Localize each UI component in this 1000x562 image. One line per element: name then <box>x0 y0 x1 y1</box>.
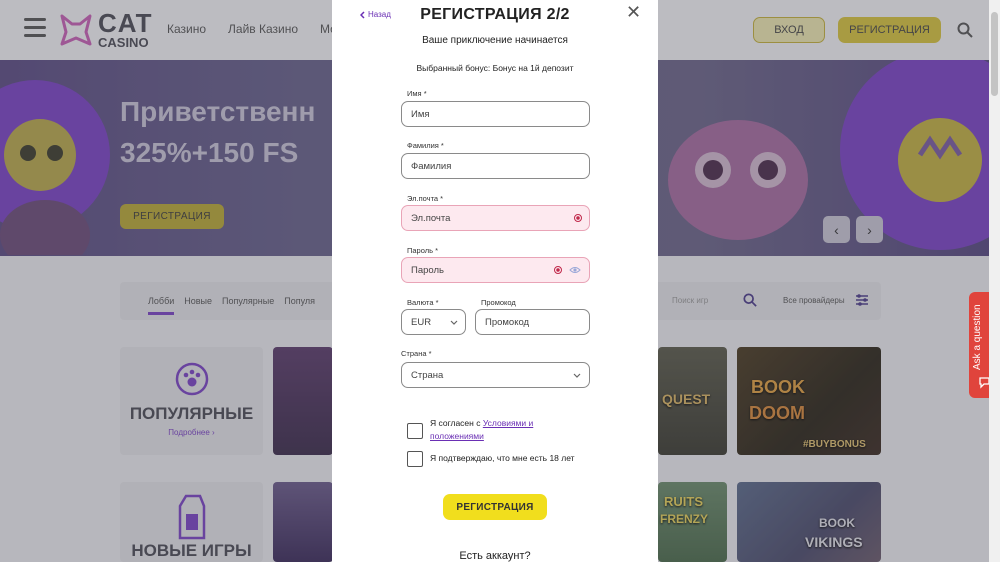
terms-link-2[interactable]: положениями <box>430 431 484 441</box>
scrollbar-thumb[interactable] <box>991 12 998 96</box>
last-name-placeholder: Фамилия <box>411 160 452 172</box>
password-label: Пароль * <box>407 246 439 255</box>
chevron-down-icon <box>450 320 458 325</box>
email-placeholder: Эл.почта <box>411 212 451 224</box>
eye-icon[interactable] <box>569 266 581 274</box>
password-placeholder: Пароль <box>411 264 444 276</box>
error-icon <box>574 214 582 222</box>
error-icon <box>554 266 562 274</box>
terms-checkbox[interactable] <box>407 423 423 439</box>
promo-label: Промокод <box>481 298 516 307</box>
terms-link[interactable]: Условиями и <box>483 418 533 428</box>
age-checkbox[interactable] <box>407 451 423 467</box>
ask-question-label: Ask a question <box>972 304 983 370</box>
register-submit-button[interactable]: РЕГИСТРАЦИЯ <box>443 494 547 520</box>
email-field[interactable]: Эл.почта <box>401 205 590 231</box>
first-name-placeholder: Имя <box>411 108 430 120</box>
page-scrollbar[interactable] <box>989 0 1000 562</box>
modal-title: РЕГИСТРАЦИЯ 2/2 <box>420 6 570 23</box>
last-name-field[interactable]: Фамилия <box>401 153 590 179</box>
registration-modal: Назад РЕГИСТРАЦИЯ 2/2 ✕ Ваше приключение… <box>332 0 658 562</box>
password-field[interactable]: Пароль <box>401 257 590 283</box>
country-label: Страна * <box>401 349 432 358</box>
promo-placeholder: Промокод <box>485 316 530 328</box>
first-name-label: Имя * <box>407 89 427 98</box>
terms-prefix: Я согласен с <box>430 418 483 428</box>
last-name-label: Фамилия * <box>407 141 444 150</box>
country-select[interactable]: Страна <box>401 362 590 388</box>
terms-text: Я согласен с Условиями и положениями <box>430 417 533 443</box>
close-icon[interactable]: ✕ <box>626 2 641 23</box>
currency-label: Валюта * <box>407 298 439 307</box>
currency-value: EUR <box>411 316 432 328</box>
country-value: Страна <box>411 369 444 381</box>
selected-bonus-text: Выбранный бонус: Бонус на 1й депозит <box>416 63 574 73</box>
have-account-text[interactable]: Есть аккаунт? <box>332 550 658 562</box>
modal-subtitle: Ваше приключение начинается <box>422 35 568 46</box>
age-text: Я подтверждаю, что мне есть 18 лет <box>430 453 575 463</box>
email-label: Эл.почта * <box>407 194 444 203</box>
promo-code-field[interactable]: Промокод <box>475 309 590 335</box>
chevron-down-icon <box>573 373 581 378</box>
currency-select[interactable]: EUR <box>401 309 466 335</box>
first-name-field[interactable]: Имя <box>401 101 590 127</box>
